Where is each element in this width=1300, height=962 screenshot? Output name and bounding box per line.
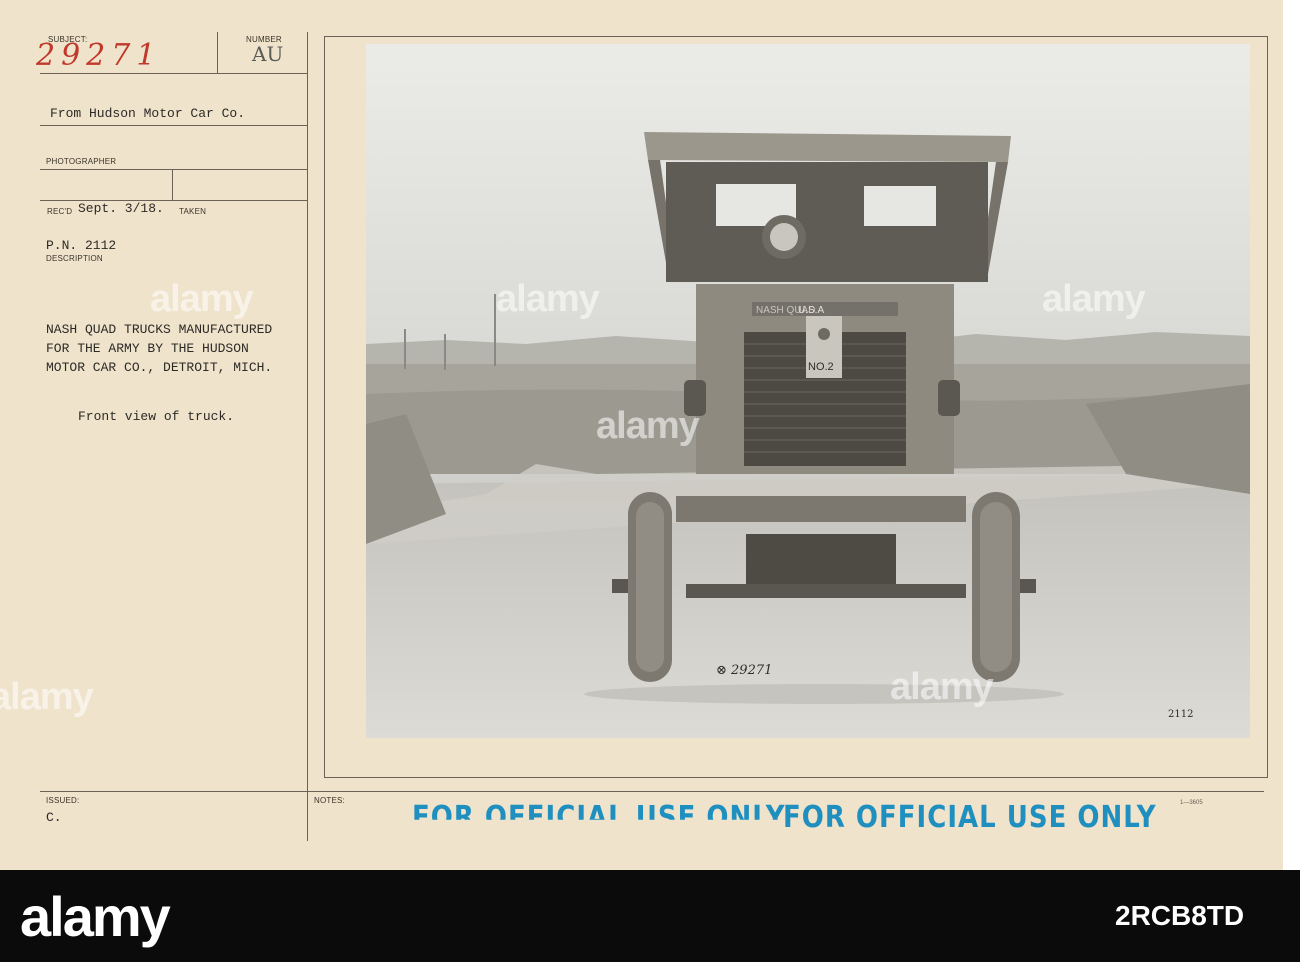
watermark-6: alamy <box>890 666 994 708</box>
recd-value: Sept. 3/18. <box>78 201 164 216</box>
truck-photograph: NASH QUAD U.S.A NO.2 ⊗ 29271 2112 <box>366 44 1250 738</box>
description-line-2: FOR THE ARMY BY THE HUDSON <box>46 341 249 356</box>
issued-value: C. <box>46 810 62 825</box>
description-line-3: MOTOR CAR CO., DETROIT, MICH. <box>46 360 273 375</box>
rule-v-taken <box>172 170 173 200</box>
truck-badge: NO.2 <box>808 361 834 373</box>
footer-logo: alamy <box>20 885 171 948</box>
from-text: From Hudson Motor Car Co. <box>50 106 246 121</box>
description-line-1: NASH QUAD TRUCKS MANUFACTURED <box>46 322 273 337</box>
watermark-2: alamy <box>496 278 600 320</box>
watermark-3: alamy <box>1042 278 1146 320</box>
rule-v-left-panel <box>307 32 308 840</box>
plate-number: 2112 <box>1168 709 1193 720</box>
subject-number: 29271 <box>36 38 162 73</box>
official-use-stamp-right: FOR OFFICIAL USE ONLY <box>783 800 1157 836</box>
watermark-1: alamy <box>150 278 254 320</box>
footer-image-id: 2RCB8TD <box>1115 900 1245 931</box>
footer-bar: alamy 2RCB8TD <box>0 870 1300 962</box>
issued-label: ISSUED: <box>46 796 80 805</box>
pn-number: P.N. 2112 <box>46 238 117 253</box>
rule-h-from <box>40 125 307 126</box>
taken-label: TAKEN <box>179 207 207 216</box>
notes-label: NOTES: <box>314 796 345 805</box>
rule-v-notes <box>307 791 308 841</box>
description-label: DESCRIPTION <box>46 254 103 263</box>
rule-h-header <box>40 73 307 74</box>
truck-photo-illustration: NASH QUAD U.S.A NO.2 ⊗ 29271 2112 <box>366 44 1250 738</box>
watermark-4: alamy <box>596 405 700 447</box>
rule-v-header-split <box>217 32 218 74</box>
photographer-label: PHOTOGRAPHER <box>46 157 117 166</box>
rule-h-issued <box>40 791 1264 792</box>
watermark-5: alamy <box>0 676 94 718</box>
rule-h-photographer <box>40 169 307 170</box>
form-number: 1—3605 <box>1180 800 1203 806</box>
negative-mark: ⊗ 29271 <box>716 663 772 678</box>
recd-label: REC'D <box>47 207 73 216</box>
caption: Front view of truck. <box>78 409 235 424</box>
number-value: AU <box>252 42 284 66</box>
truck-plate-usa: U.S.A <box>798 305 824 316</box>
